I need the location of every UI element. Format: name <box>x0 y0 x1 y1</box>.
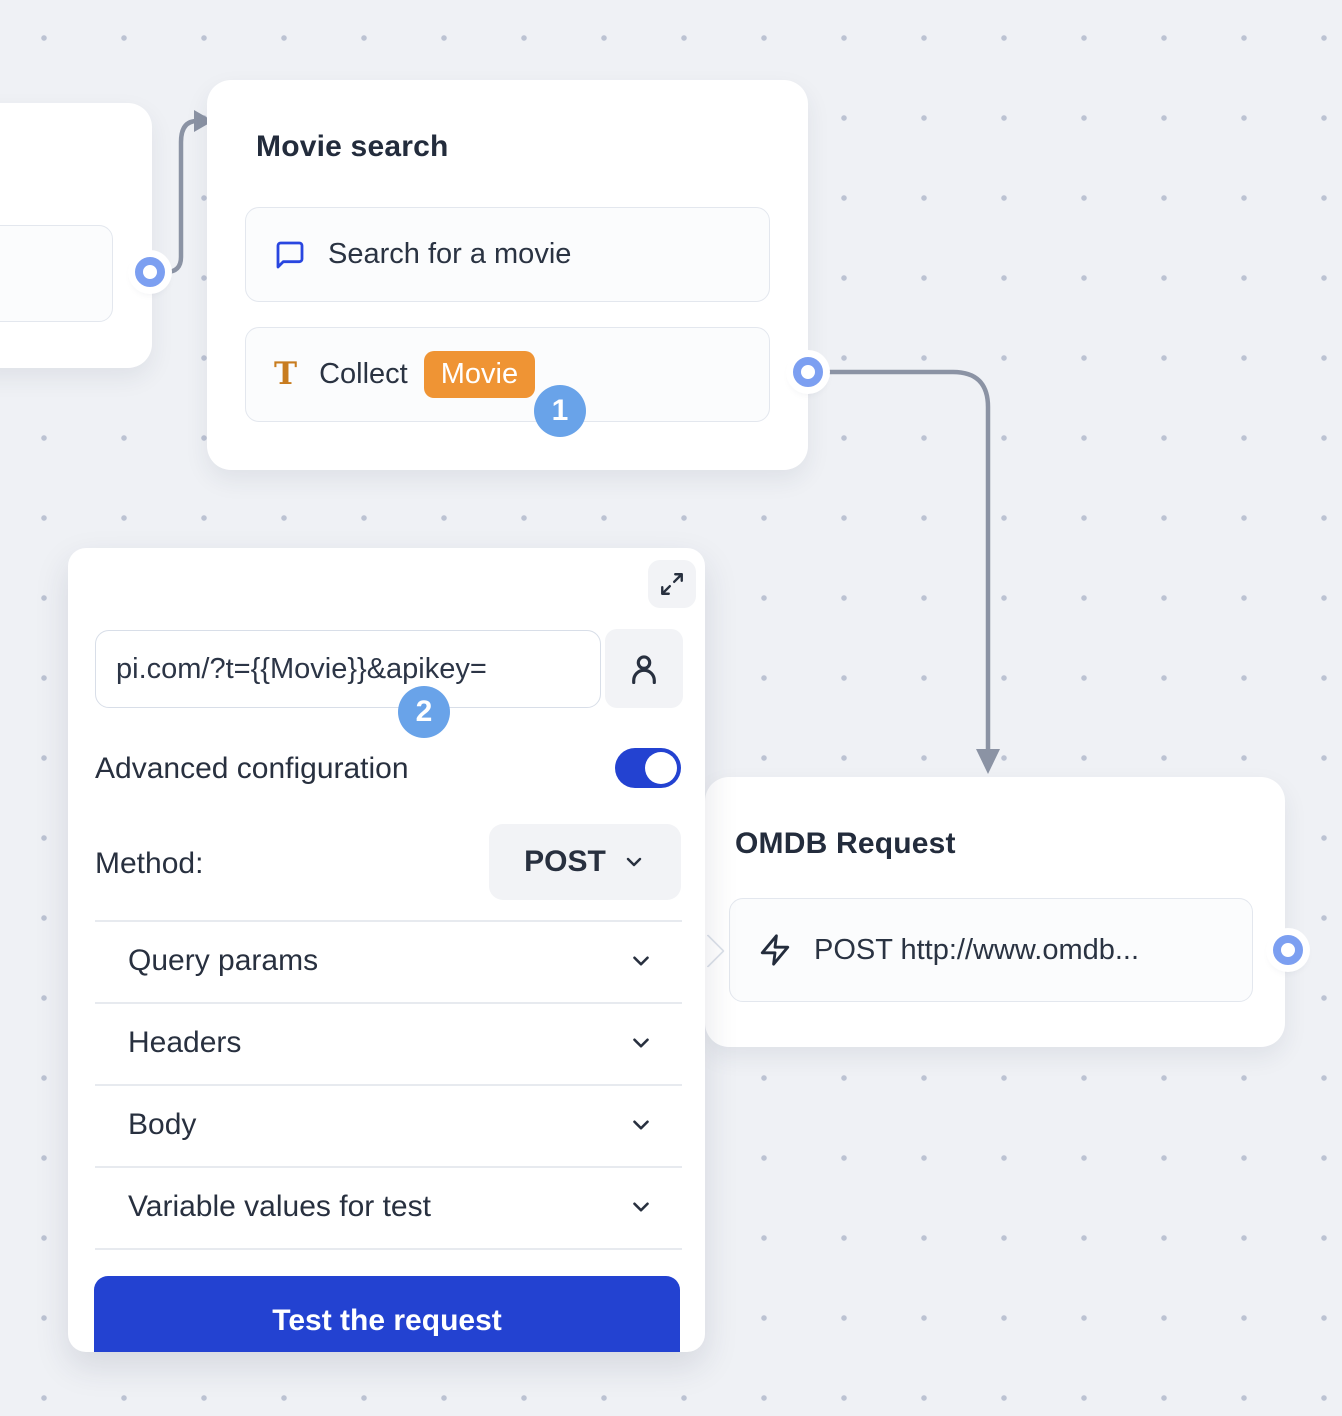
omdb-request-title: OMDB Request <box>735 827 956 861</box>
step-badge-1: 1 <box>534 385 586 437</box>
test-request-button[interactable]: Test the request <box>94 1276 680 1352</box>
collect-label: CollectMovie <box>319 351 535 398</box>
output-port-omdb-request[interactable] <box>1273 935 1303 965</box>
person-icon <box>625 650 663 688</box>
toggle-knob <box>645 752 677 784</box>
movie-search-node[interactable]: Movie search Search for a movie T Collec… <box>207 80 808 470</box>
output-port-movie-search[interactable] <box>793 357 823 387</box>
lightning-icon <box>758 933 792 967</box>
method-dropdown[interactable]: POST <box>489 824 681 900</box>
omdb-request-node[interactable]: OMDB Request POST http://www.omdb... <box>705 777 1285 1047</box>
section-headers[interactable]: Headers <box>95 1003 682 1083</box>
partial-node-item[interactable] <box>0 225 113 322</box>
chevron-down-icon <box>628 948 682 974</box>
url-input[interactable] <box>95 630 601 708</box>
expand-button[interactable] <box>648 560 696 608</box>
section-variable-values[interactable]: Variable values for test <box>95 1167 682 1247</box>
partial-node-card[interactable] <box>0 103 152 368</box>
search-for-movie-item[interactable]: Search for a movie <box>245 207 770 302</box>
omdb-post-item[interactable]: POST http://www.omdb... <box>729 898 1253 1002</box>
text-collect-icon: T <box>274 359 297 390</box>
method-label: Method: <box>95 847 203 881</box>
search-for-movie-label: Search for a movie <box>328 238 571 271</box>
chevron-down-icon <box>628 1112 682 1138</box>
connector-movie-to-omdb <box>822 372 988 752</box>
expand-icon <box>659 571 685 597</box>
collect-movie-item[interactable]: T CollectMovie <box>245 327 770 422</box>
connector-left-to-movie <box>153 121 197 272</box>
advanced-configuration-toggle[interactable] <box>615 748 681 788</box>
movie-variable-chip[interactable]: Movie <box>424 351 535 398</box>
section-query-params[interactable]: Query params <box>95 921 682 1001</box>
chat-bubble-icon <box>274 239 306 271</box>
divider <box>95 1248 682 1250</box>
connector-arrowhead-down <box>976 749 1000 774</box>
chevron-down-icon <box>628 1194 682 1220</box>
step-badge-2: 2 <box>398 686 450 738</box>
movie-search-title: Movie search <box>256 130 449 164</box>
flow-canvas[interactable]: Movie search Search for a movie T Collec… <box>0 0 1342 1416</box>
chevron-down-icon <box>622 850 646 874</box>
output-port-left-node[interactable] <box>135 257 165 287</box>
variable-insert-button[interactable] <box>605 629 683 708</box>
section-body[interactable]: Body <box>95 1085 682 1165</box>
webhook-config-panel[interactable]: Advanced configuration Method: POST Quer… <box>68 548 705 1352</box>
omdb-post-label: POST http://www.omdb... <box>814 934 1139 967</box>
method-value: POST <box>524 845 606 879</box>
chevron-down-icon <box>628 1030 682 1056</box>
advanced-configuration-label: Advanced configuration <box>95 752 409 786</box>
